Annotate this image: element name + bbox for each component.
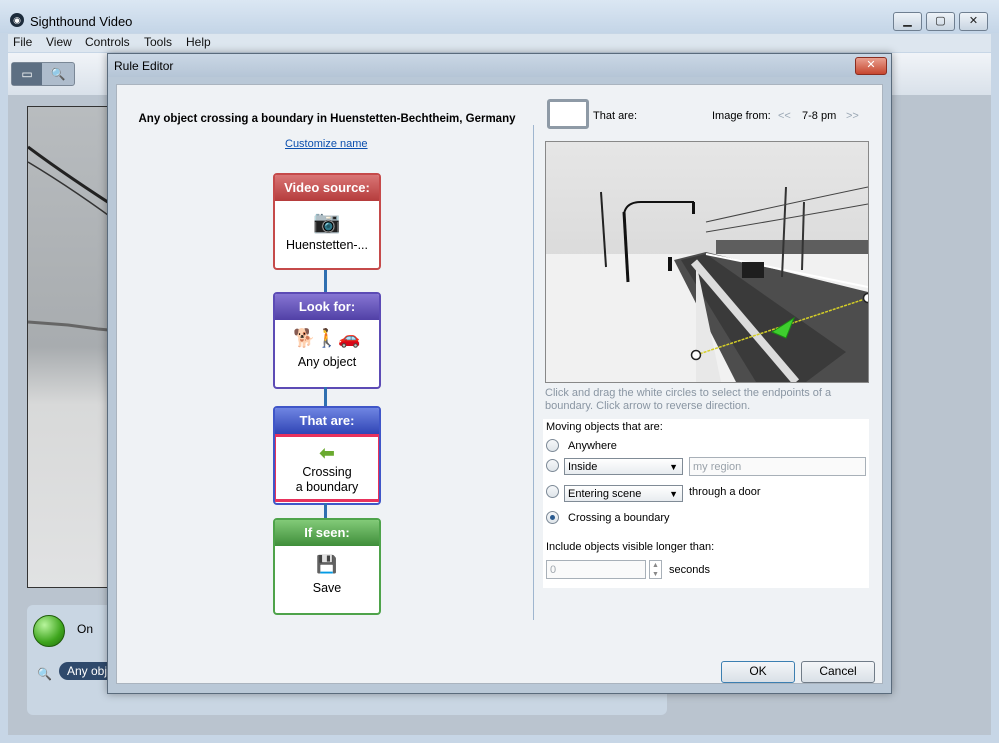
- ok-button[interactable]: OK: [721, 661, 795, 683]
- people-animal-car-icon: 🐕🚶🚗: [293, 328, 361, 348]
- search-icon[interactable]: 🔍: [37, 667, 52, 681]
- anywhere-radio[interactable]: [546, 439, 559, 452]
- chevron-down-icon: ▼: [669, 489, 678, 499]
- look-for-heading: Look for:: [275, 294, 379, 320]
- options-panel: Moving objects that are: Anywhere Inside…: [543, 419, 869, 588]
- menu-file[interactable]: File: [13, 35, 32, 49]
- sighthound-logo-icon: ◉: [10, 13, 24, 27]
- seconds-input[interactable]: 0: [546, 560, 646, 579]
- chevron-down-icon: ▼: [669, 462, 678, 472]
- if-seen-body: 💾 Save: [275, 555, 379, 595]
- close-button[interactable]: ✕: [959, 12, 988, 31]
- status-label: On: [77, 622, 94, 636]
- menu-controls[interactable]: Controls: [85, 35, 130, 49]
- app-title: Sighthound Video: [30, 14, 133, 29]
- look-for-label: Any object: [297, 355, 357, 369]
- crossing-label: Crossing a boundary: [568, 512, 670, 524]
- inside-select[interactable]: Inside ▼: [564, 458, 683, 475]
- dialog-close-button[interactable]: ✕: [855, 57, 887, 75]
- look-for-body: 🐕🚶🚗 Any object: [275, 328, 379, 369]
- view-toggle[interactable]: ▭ 🔍: [11, 62, 75, 86]
- customize-name-link[interactable]: Customize name: [285, 138, 368, 150]
- arrow-left-icon: ⬅: [319, 443, 335, 463]
- monitor-view-icon[interactable]: ▭: [12, 63, 42, 85]
- boundary-hint: Click and drag the white circles to sele…: [545, 387, 832, 412]
- video-source-body: 📷 Huenstetten-...: [275, 209, 379, 252]
- entering-select[interactable]: Entering scene ▼: [564, 485, 683, 502]
- inside-select-value: Inside: [568, 461, 598, 473]
- entering-select-value: Entering scene: [568, 488, 642, 500]
- dialog-title-bar: Rule Editor ✕: [108, 54, 891, 77]
- video-source-block[interactable]: Video source: 📷 Huenstetten-...: [273, 173, 381, 270]
- menu-bar: File View Controls Tools Help: [8, 34, 991, 52]
- that-are-label: That are:: [593, 110, 638, 122]
- that-are-body: ⬅ Crossing a boundary: [275, 434, 379, 502]
- title-bar: ◉ Sighthound Video ▁ ▢ ✕: [0, 0, 999, 33]
- menu-help[interactable]: Help: [186, 35, 211, 49]
- if-seen-block[interactable]: If seen: 💾 Save: [273, 518, 381, 615]
- previous-image-button[interactable]: <<: [778, 110, 791, 122]
- entering-radio[interactable]: [546, 485, 559, 498]
- options-heading: Moving objects that are:: [546, 421, 663, 433]
- region-input[interactable]: my region: [689, 457, 866, 476]
- menu-view[interactable]: View: [46, 35, 72, 49]
- video-source-label: Huenstetten-...: [286, 238, 368, 252]
- on-status-icon[interactable]: [33, 615, 65, 647]
- camera-preview[interactable]: [545, 141, 869, 383]
- dialog-title: Rule Editor: [114, 59, 174, 73]
- look-for-block[interactable]: Look for: 🐕🚶🚗 Any object: [273, 292, 381, 389]
- if-seen-heading: If seen:: [275, 520, 379, 546]
- image-time-range: 7-8 pm: [802, 110, 837, 122]
- next-image-button[interactable]: >>: [846, 110, 859, 122]
- crossing-radio[interactable]: [546, 511, 559, 524]
- minimize-button[interactable]: ▁: [893, 12, 922, 31]
- seconds-label: seconds: [669, 564, 710, 576]
- seconds-spinner[interactable]: ▲ ▼: [649, 560, 662, 579]
- menu-tools[interactable]: Tools: [144, 35, 172, 49]
- visible-longer-label: Include objects visible longer than:: [546, 541, 715, 553]
- boundary-shape-icon: [547, 99, 589, 129]
- that-are-block[interactable]: That are: ⬅ Crossing a boundary: [273, 406, 381, 505]
- search-view-icon[interactable]: 🔍: [43, 63, 73, 85]
- inside-radio[interactable]: [546, 459, 559, 472]
- that-are-label-line1: Crossing: [302, 465, 352, 479]
- that-are-heading: That are:: [275, 408, 379, 434]
- dialog-body: Any object crossing a boundary in Huenst…: [116, 84, 883, 684]
- through-door-label: through a door: [689, 486, 761, 498]
- image-from-label: Image from:: [712, 110, 771, 122]
- flow-connector: [324, 270, 327, 292]
- panel-divider: [533, 125, 534, 620]
- rule-editor-dialog: Rule Editor ✕ Any object crossing a boun…: [107, 53, 892, 694]
- cancel-button[interactable]: Cancel: [801, 661, 875, 683]
- if-seen-label: Save: [312, 581, 342, 595]
- preview-scene: [546, 142, 868, 382]
- video-source-heading: Video source:: [275, 175, 379, 201]
- camera-icon: 📷: [313, 209, 341, 234]
- that-are-label-line2: a boundary: [295, 480, 359, 494]
- floppy-disk-icon: 💾: [316, 555, 338, 574]
- rule-title: Any object crossing a boundary in Huenst…: [138, 113, 516, 125]
- anywhere-label: Anywhere: [568, 440, 617, 452]
- maximize-button[interactable]: ▢: [926, 12, 955, 31]
